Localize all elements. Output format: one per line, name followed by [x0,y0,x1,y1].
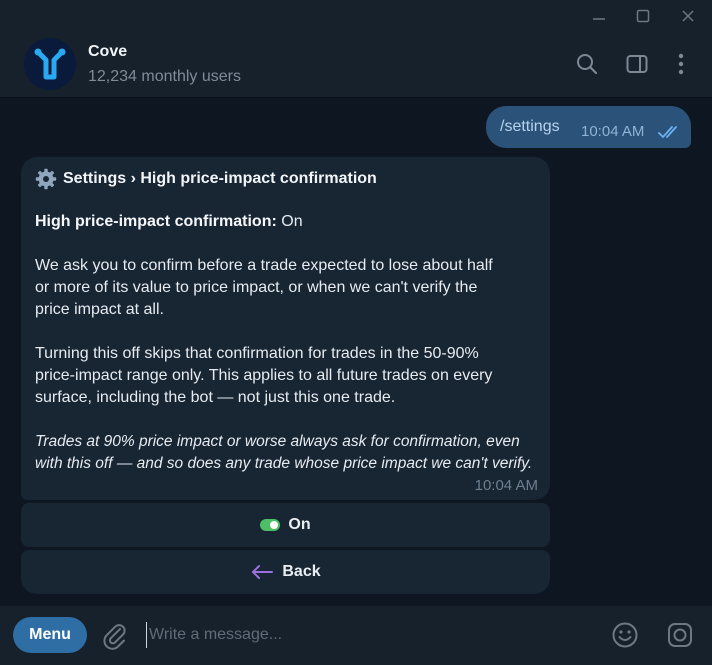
toggle-on-button[interactable]: On [21,503,550,547]
search-icon [577,54,598,75]
chat-title[interactable]: Cove [88,43,127,61]
toggle-on-icon [260,519,281,531]
status-label: High price-impact confirmation: [35,213,277,230]
close-button[interactable] [666,0,710,32]
more-options-button[interactable] [667,50,695,78]
message-composer: Menu [0,606,712,665]
toggle-on-label: On [288,516,311,533]
chat-header: Cove 12,234 monthly users [0,32,712,98]
camera-button[interactable] [666,621,694,654]
note-line: with this off — and so does any trade wh… [35,455,533,472]
minimize-button[interactable] [577,0,621,32]
sidebar-toggle-button[interactable] [623,50,651,78]
message-input[interactable] [146,622,586,648]
chat-subtitle: 12,234 monthly users [88,68,241,85]
app-window: Cove 12,234 monthly users /settings 10:0… [0,0,712,665]
paragraph-line: price-impact range only. This applies to… [35,367,493,384]
close-icon [682,10,694,22]
minimize-icon [593,18,605,20]
status-line: High price-impact confirmation: On [35,211,545,233]
camera-icon [668,623,692,647]
paragraph-line: price impact at all. [35,301,164,318]
menu-button[interactable]: Menu [13,617,87,653]
paperclip-icon [103,624,126,650]
outgoing-message-text: /settings [500,118,560,135]
cove-logo-icon [34,48,66,80]
paragraph-line: surface, including the bot — not just th… [35,389,396,406]
emoji-button[interactable] [611,621,639,654]
back-arrow-icon [250,564,274,580]
outgoing-message-time: 10:04 AM [581,123,645,140]
settings-title: Settings › High price-impact confirmatio… [35,168,377,190]
back-button[interactable]: Back [21,550,550,594]
status-value: On [281,213,303,230]
note-line: Trades at 90% price impact or worse alwa… [35,433,520,450]
incoming-message-time: 10:04 AM [474,477,538,494]
maximize-icon [636,9,650,23]
emoji-icon [612,622,638,648]
paragraph-line: Turning this off skips that confirmation… [35,345,479,362]
attach-button[interactable] [100,620,128,655]
incoming-message[interactable]: Settings › High price-impact confirmatio… [21,157,550,500]
more-vertical-icon [678,53,684,75]
search-button[interactable] [573,50,601,78]
avatar[interactable] [24,38,76,90]
title-bar [0,0,712,32]
paragraph-line: or more of its value to price impact, or… [35,279,478,296]
settings-title-text: Settings › High price-impact confirmatio… [63,170,377,187]
sidebar-icon [626,55,648,73]
double-check-icon [658,126,677,138]
maximize-button[interactable] [621,0,665,32]
paragraph-line: We ask you to confirm before a trade exp… [35,257,493,274]
back-label: Back [282,563,321,580]
gear-icon [35,168,57,190]
outgoing-message[interactable]: /settings 10:04 AM [486,106,691,148]
